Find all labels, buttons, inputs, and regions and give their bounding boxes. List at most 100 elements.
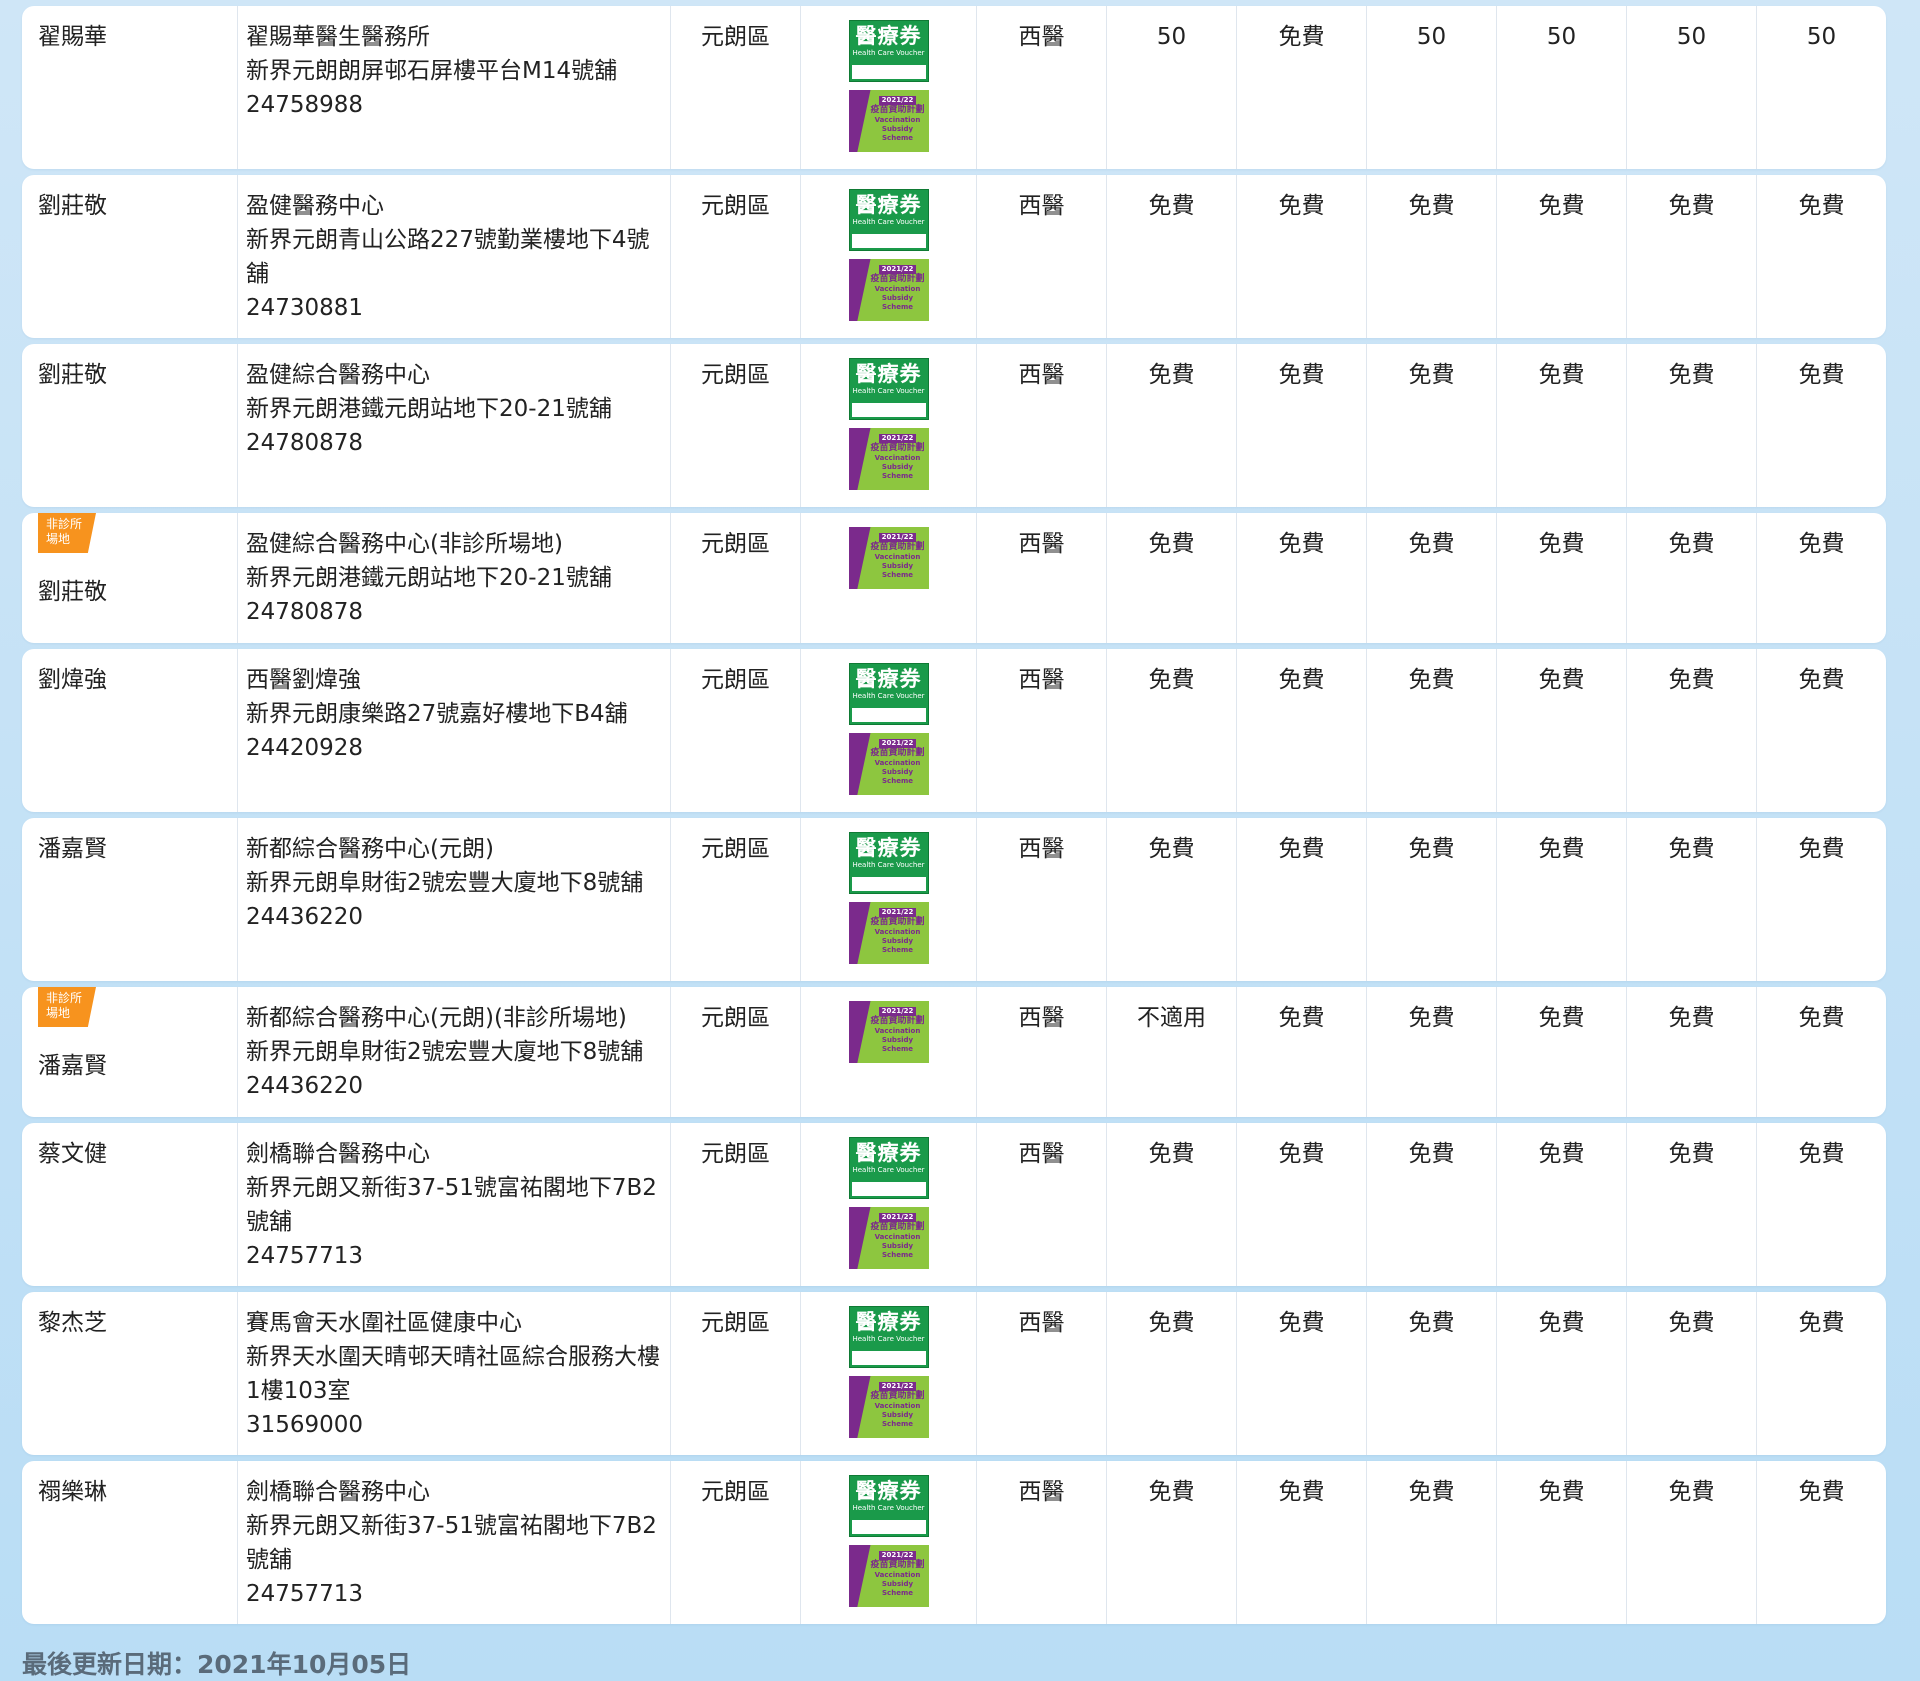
clinic-info: 盈健綜合醫務中心(非診所場地) 新界元朗港鐵元朗站地下20-21號舖 24780… bbox=[238, 513, 671, 643]
doctor-name: 劉莊敬 bbox=[22, 344, 238, 507]
table-row: 非診所 場地 劉莊敬 盈健綜合醫務中心(非診所場地) 新界元朗港鐵元朗站地下20… bbox=[22, 513, 1886, 643]
page: 翟賜華 翟賜華醫生醫務所 新界元朗朗屏邨石屏樓平台M14號舖 24758988 … bbox=[0, 0, 1920, 1681]
scheme-logos: 醫療券 Health Care Voucher 2021/22 疫苗資助計劃 V… bbox=[801, 649, 977, 812]
fee-cell: 免費 bbox=[1497, 818, 1627, 981]
fee-cell: 免費 bbox=[1107, 1292, 1237, 1455]
health-care-voucher-logo: 醫療券 Health Care Voucher bbox=[848, 1475, 929, 1537]
fee-cell: 免費 bbox=[1367, 649, 1497, 812]
doctor-name: 潘嘉賢 bbox=[38, 1053, 107, 1079]
fee-cell: 免費 bbox=[1798, 667, 1845, 693]
clinic-address: 新界元朗又新街37-51號富祐閣地下7B2號舖 bbox=[246, 1175, 657, 1235]
clinic-address: 新界元朗康樂路27號嘉好樓地下B4舖 bbox=[246, 701, 628, 727]
doctor-name: 潘嘉賢 bbox=[22, 818, 238, 981]
doctor-type: 西醫 bbox=[977, 175, 1107, 338]
table-row: 禤樂琳 劍橋聯合醫務中心 新界元朗又新街37-51號富祐閣地下7B2號舖 247… bbox=[22, 1461, 1886, 1624]
doctor-type: 西醫 bbox=[977, 344, 1107, 507]
scheme-logos: 2021/22 疫苗資助計劃 Vaccination Subsidy Schem… bbox=[801, 987, 977, 1117]
clinic-name: 盈健綜合醫務中心(非診所場地) bbox=[246, 531, 563, 557]
doctor-name: 劉煒強 bbox=[22, 649, 238, 812]
clinic-name: 盈健綜合醫務中心 bbox=[246, 362, 430, 388]
clinic-phone: 24420928 bbox=[246, 735, 364, 761]
vaccination-subsidy-scheme-logo: 2021/22 疫苗資助計劃 Vaccination Subsidy Schem… bbox=[848, 259, 929, 321]
district: 元朗區 bbox=[671, 1292, 801, 1455]
table-row: 翟賜華 翟賜華醫生醫務所 新界元朗朗屏邨石屏樓平台M14號舖 24758988 … bbox=[22, 6, 1886, 169]
fee-cell: 免費 bbox=[1107, 175, 1237, 338]
fee-cell: 免費 bbox=[1627, 1123, 1757, 1286]
fee-cell: 免費 bbox=[1237, 649, 1367, 812]
clinic-address: 新界元朗阜財街2號宏豐大廈地下8號舖 bbox=[246, 1039, 644, 1065]
clinic-info: 賽馬會天水圍社區健康中心 新界天水圍天晴邨天晴社區綜合服務大樓1樓103室 31… bbox=[238, 1292, 671, 1455]
clinic-name: 盈健醫務中心 bbox=[246, 193, 384, 219]
clinic-name: 劍橋聯合醫務中心 bbox=[246, 1479, 430, 1505]
clinic-phone: 31569000 bbox=[246, 1412, 364, 1438]
clinic-phone: 24780878 bbox=[246, 599, 364, 625]
fee-cell: 免費 bbox=[1107, 818, 1237, 981]
district: 元朗區 bbox=[671, 649, 801, 812]
health-care-voucher-logo: 醫療券 Health Care Voucher bbox=[848, 1306, 929, 1368]
fee-cell: 免費 bbox=[1627, 987, 1757, 1117]
scheme-logos: 醫療券 Health Care Voucher 2021/22 疫苗資助計劃 V… bbox=[801, 818, 977, 981]
health-care-voucher-logo: 醫療券 Health Care Voucher bbox=[848, 189, 929, 251]
table-row: 蔡文健 劍橋聯合醫務中心 新界元朗又新街37-51號富祐閣地下7B2號舖 247… bbox=[22, 1123, 1886, 1286]
fee-cell: 免費 bbox=[1497, 1461, 1627, 1624]
clinic-name: 西醫劉煒強 bbox=[246, 667, 361, 693]
fee-cell: 免費 bbox=[1367, 175, 1497, 338]
fee-cell: 免費 bbox=[1627, 344, 1757, 507]
doctor-type: 西醫 bbox=[977, 818, 1107, 981]
fee-cell: 免費 bbox=[1107, 1123, 1237, 1286]
doctor-name: 禤樂琳 bbox=[22, 1461, 238, 1624]
clinic-info: 盈健醫務中心 新界元朗青山公路227號勤業樓地下4號舖 24730881 bbox=[238, 175, 671, 338]
doctor-name-cell: 非診所 場地 潘嘉賢 bbox=[22, 987, 238, 1117]
fee-cell: 免費 bbox=[1237, 513, 1367, 643]
table-row: 黎杰芝 賽馬會天水圍社區健康中心 新界天水圍天晴邨天晴社區綜合服務大樓1樓103… bbox=[22, 1292, 1886, 1455]
fee-cell: 免費 bbox=[1627, 175, 1757, 338]
clinic-phone: 24757713 bbox=[246, 1581, 364, 1607]
fee-cell: 免費 bbox=[1237, 987, 1367, 1117]
clinic-phone: 24436220 bbox=[246, 904, 364, 930]
fee-cell: 免費 bbox=[1798, 362, 1845, 388]
fee-cell: 免費 bbox=[1497, 513, 1627, 643]
scheme-logos: 醫療券 Health Care Voucher 2021/22 疫苗資助計劃 V… bbox=[801, 1123, 977, 1286]
clinic-phone: 24436220 bbox=[246, 1073, 364, 1099]
fee-cell: 50 bbox=[1497, 6, 1627, 169]
health-care-voucher-logo: 醫療券 Health Care Voucher bbox=[848, 20, 929, 82]
clinic-name: 劍橋聯合醫務中心 bbox=[246, 1141, 430, 1167]
fee-cell: 免費 bbox=[1237, 818, 1367, 981]
clinic-info: 翟賜華醫生醫務所 新界元朗朗屏邨石屏樓平台M14號舖 24758988 bbox=[238, 6, 671, 169]
district: 元朗區 bbox=[671, 818, 801, 981]
vaccination-subsidy-scheme-logo: 2021/22 疫苗資助計劃 Vaccination Subsidy Schem… bbox=[848, 733, 929, 795]
fee-cell: 免費 bbox=[1497, 649, 1627, 812]
vaccination-subsidy-scheme-logo: 2021/22 疫苗資助計劃 Vaccination Subsidy Schem… bbox=[848, 1207, 929, 1269]
doctor-name: 劉莊敬 bbox=[22, 175, 238, 338]
fee-cell: 免費 bbox=[1798, 1005, 1845, 1031]
doctor-type: 西醫 bbox=[977, 1123, 1107, 1286]
clinic-phone: 24757713 bbox=[246, 1243, 364, 1269]
non-clinic-venue-badge: 非診所 場地 bbox=[38, 987, 96, 1027]
fee-cell: 50 bbox=[1107, 6, 1237, 169]
doctor-name: 翟賜華 bbox=[22, 6, 238, 169]
clinic-info: 劍橋聯合醫務中心 新界元朗又新街37-51號富祐閣地下7B2號舖 2475771… bbox=[238, 1123, 671, 1286]
vaccination-subsidy-scheme-logo: 2021/22 疫苗資助計劃 Vaccination Subsidy Schem… bbox=[848, 1376, 929, 1438]
vaccination-subsidy-scheme-logo: 2021/22 疫苗資助計劃 Vaccination Subsidy Schem… bbox=[848, 527, 929, 589]
clinic-address: 新界元朗港鐵元朗站地下20-21號舖 bbox=[246, 565, 612, 591]
health-care-voucher-logo: 醫療券 Health Care Voucher bbox=[848, 832, 929, 894]
scheme-logos: 醫療券 Health Care Voucher 2021/22 疫苗資助計劃 V… bbox=[801, 344, 977, 507]
doctor-name: 蔡文健 bbox=[22, 1123, 238, 1286]
scheme-logos: 2021/22 疫苗資助計劃 Vaccination Subsidy Schem… bbox=[801, 513, 977, 643]
fee-cell: 免費 bbox=[1627, 649, 1757, 812]
table-row: 非診所 場地 潘嘉賢 新都綜合醫務中心(元朗)(非診所場地) 新界元朗阜財街2號… bbox=[22, 987, 1886, 1117]
doctor-name: 黎杰芝 bbox=[22, 1292, 238, 1455]
fee-cell: 免費 bbox=[1367, 818, 1497, 981]
fee-cell: 免費 bbox=[1367, 1461, 1497, 1624]
clinic-phone: 24730881 bbox=[246, 295, 364, 321]
fee-cell: 免費 bbox=[1627, 513, 1757, 643]
health-care-voucher-logo: 醫療券 Health Care Voucher bbox=[848, 358, 929, 420]
clinic-name: 新都綜合醫務中心(元朗) bbox=[246, 836, 494, 862]
fee-cell: 免費 bbox=[1798, 1479, 1845, 1505]
fee-cell: 免費 bbox=[1367, 513, 1497, 643]
clinic-address: 新界元朗朗屏邨石屏樓平台M14號舖 bbox=[246, 58, 618, 84]
table-row: 劉莊敬 盈健醫務中心 新界元朗青山公路227號勤業樓地下4號舖 24730881… bbox=[22, 175, 1886, 338]
district: 元朗區 bbox=[671, 175, 801, 338]
fee-cell: 免費 bbox=[1497, 175, 1627, 338]
vaccination-subsidy-scheme-logo: 2021/22 疫苗資助計劃 Vaccination Subsidy Schem… bbox=[848, 1001, 929, 1063]
